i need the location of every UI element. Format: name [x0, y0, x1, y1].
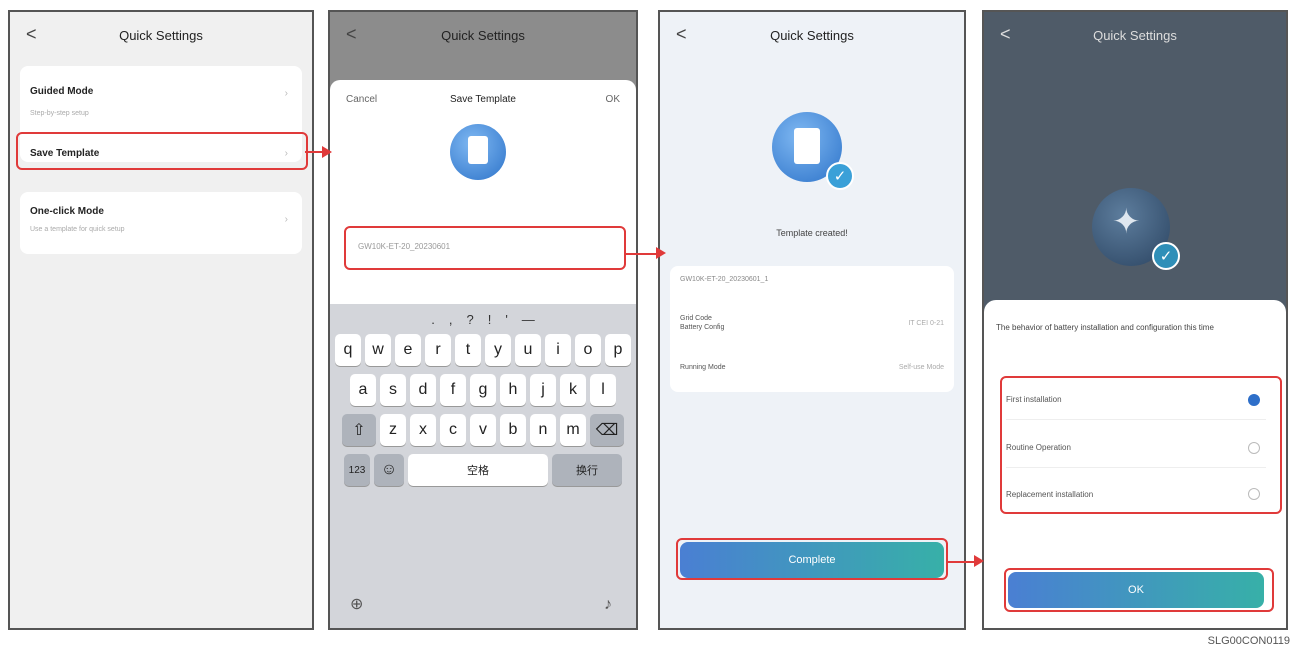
option-routine-operation[interactable]: Routine Operation	[1006, 428, 1266, 468]
option-replacement-installation[interactable]: Replacement installation	[1006, 474, 1266, 514]
screen-save-template: < Quick Settings Cancel Save Template OK…	[328, 10, 638, 630]
back-icon[interactable]: <	[26, 24, 37, 45]
running-mode-label: Running Mode	[680, 364, 726, 371]
template-name: GW10K-ET-20_20230601_1	[680, 276, 769, 283]
letter-key[interactable]: q	[335, 334, 361, 366]
letter-key[interactable]: u	[515, 334, 541, 366]
return-key[interactable]: 换行	[552, 454, 622, 486]
option-label: First installation	[1006, 395, 1062, 404]
screen-template-created: < Quick Settings ✓ Template created! GW1…	[658, 10, 966, 630]
radio-icon[interactable]	[1248, 488, 1260, 500]
letter-key[interactable]: d	[410, 374, 436, 406]
letter-key[interactable]: z	[380, 414, 406, 446]
template-summary-card: GW10K-ET-20_20230601_1 Grid Code Battery…	[670, 266, 954, 392]
grid-code-label: Grid Code Battery Config	[680, 315, 725, 331]
dialog-question: The behavior of battery installation and…	[996, 323, 1214, 332]
option-first-installation[interactable]: First installation	[1006, 380, 1266, 420]
screen-installation-behavior: < Quick Settings ✦ ✓ The behavior of bat…	[982, 10, 1288, 630]
letter-key[interactable]: n	[530, 414, 556, 446]
punctuation-key[interactable]: '	[505, 312, 507, 327]
ok-button[interactable]: OK	[606, 94, 620, 105]
keyboard: .,?! ' — qwertyuiop asdfghjkl ⇧ zxcvbnm ⌫ …	[330, 304, 636, 628]
letter-key[interactable]: a	[350, 374, 376, 406]
punctuation-key[interactable]: ,	[449, 312, 453, 327]
one-click-card[interactable]: One-click Mode Use a template for quick …	[20, 192, 302, 254]
back-icon[interactable]: <	[346, 24, 357, 45]
letter-key[interactable]: y	[485, 334, 511, 366]
grid-code-value: IT CEI 0-21	[908, 320, 944, 327]
letter-key[interactable]: i	[545, 334, 571, 366]
globe-icon[interactable]: ⊕	[350, 594, 363, 614]
letter-key[interactable]: c	[440, 414, 466, 446]
letter-key[interactable]: r	[425, 334, 451, 366]
letter-key[interactable]: o	[575, 334, 601, 366]
highlight-box	[676, 538, 948, 580]
punctuation-key[interactable]: —	[522, 312, 535, 327]
punctuation-row: .,?! ' —	[334, 312, 632, 327]
radio-selected-icon[interactable]	[1248, 393, 1260, 406]
letter-key[interactable]: h	[500, 374, 526, 406]
keyboard-row-2: asdfghjkl	[334, 374, 632, 406]
chevron-right-icon: ›	[284, 214, 288, 225]
running-mode-value: Self-use Mode	[898, 364, 944, 371]
letter-key[interactable]: g	[470, 374, 496, 406]
numbers-key[interactable]: 123	[344, 454, 370, 486]
page-title: Quick Settings	[1093, 27, 1177, 43]
punctuation-key[interactable]: !	[488, 312, 492, 327]
back-icon[interactable]: <	[676, 24, 687, 45]
page-title: Quick Settings	[770, 27, 854, 43]
microphone-icon[interactable]: ♪	[604, 596, 612, 614]
option-label: Replacement installation	[1006, 489, 1094, 499]
letter-key[interactable]: e	[395, 334, 421, 366]
option-label: Routine Operation	[1006, 443, 1071, 452]
letter-key[interactable]: p	[605, 334, 631, 366]
figure-caption: SLG00CON0119	[1207, 635, 1290, 647]
chevron-right-icon: ›	[284, 88, 288, 99]
highlight-box	[16, 132, 308, 170]
screen-quick-settings: < Quick Settings Guided Mode Step-by-ste…	[8, 10, 314, 630]
top-bar: < Quick Settings	[330, 12, 636, 58]
letter-key[interactable]: t	[455, 334, 481, 366]
keyboard-row-1: qwertyuiop	[334, 334, 632, 366]
letter-key[interactable]: f	[440, 374, 466, 406]
template-name-value: GW10K-ET-20_20230601	[358, 242, 451, 251]
guided-mode-label: Guided Mode	[30, 86, 94, 97]
space-key[interactable]: 空格	[408, 454, 548, 486]
one-click-mode-label: One-click Mode	[30, 206, 104, 217]
letter-key[interactable]: l	[590, 374, 616, 406]
emoji-key[interactable]: ☺	[374, 454, 404, 486]
sheet-title: Save Template	[450, 94, 516, 105]
top-bar: < Quick Settings	[660, 12, 964, 58]
document-icon	[450, 124, 506, 180]
check-icon: ✓	[826, 162, 854, 190]
page-title: Quick Settings	[119, 27, 203, 43]
page-title: Quick Settings	[441, 27, 525, 43]
back-icon[interactable]: <	[1000, 24, 1011, 45]
highlight-box	[1004, 568, 1274, 612]
guided-mode-desc: Step-by-step setup	[30, 110, 89, 117]
template-name-input[interactable]: GW10K-ET-20_20230601	[344, 226, 626, 270]
shift-key[interactable]: ⇧	[342, 414, 376, 446]
one-click-mode-desc: Use a template for quick setup	[30, 226, 125, 233]
punctuation-key[interactable]: ?	[466, 312, 473, 327]
letter-key[interactable]: s	[380, 374, 406, 406]
status-text: Template created!	[776, 228, 848, 238]
backspace-key[interactable]: ⌫	[590, 414, 624, 446]
radio-icon[interactable]	[1248, 441, 1260, 454]
installation-dialog: The behavior of battery installation and…	[984, 300, 1286, 628]
punctuation-key[interactable]: .	[431, 312, 435, 327]
top-bar: < Quick Settings	[10, 12, 312, 58]
letter-key[interactable]: w	[365, 334, 391, 366]
letter-key[interactable]: x	[410, 414, 436, 446]
letter-key[interactable]: k	[560, 374, 586, 406]
sheet-header: Cancel Save Template OK	[330, 94, 636, 114]
top-bar: < Quick Settings	[984, 12, 1286, 58]
check-icon: ✓	[1152, 242, 1180, 270]
letter-key[interactable]: m	[560, 414, 586, 446]
keyboard-row-4: 123 ☺ 空格 换行	[334, 454, 632, 486]
letter-key[interactable]: v	[470, 414, 496, 446]
keyboard-row-3: ⇧ zxcvbnm ⌫	[334, 414, 632, 446]
letter-key[interactable]: j	[530, 374, 556, 406]
letter-key[interactable]: b	[500, 414, 526, 446]
